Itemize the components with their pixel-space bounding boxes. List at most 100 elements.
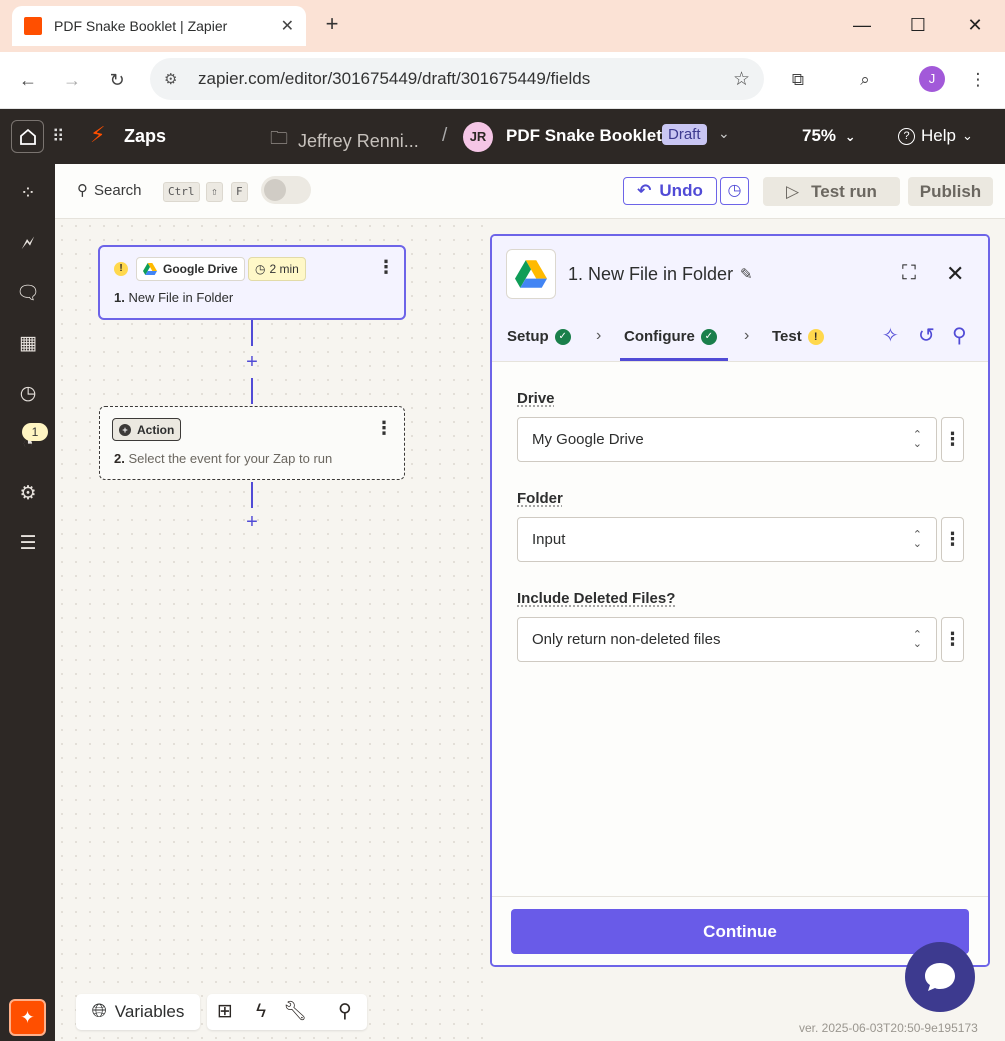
include-deleted-select[interactable]: Only return non-deleted files ⌃ ⌄ [517,617,937,662]
back-arrow-icon[interactable]: ← [14,66,42,94]
zap-canvas[interactable] [55,219,490,1041]
tab-search-icon[interactable]: ⌕ [852,67,878,93]
undo-button[interactable]: ↶ Undo [623,177,717,205]
globe-icon: 🌐︎ [91,1001,107,1022]
extensions-icon[interactable]: ⧉ [785,67,811,93]
zoom-selector[interactable]: 75% ⌄ [802,126,856,146]
ai-sparkle-icon[interactable]: ✧ [882,323,899,348]
support-chat-button[interactable] [905,942,975,1012]
help-label: Help [921,126,956,145]
continue-button[interactable]: Continue [511,909,969,954]
more-options-icon[interactable]: ⋮ [377,257,395,277]
settings-gear-icon[interactable]: ⚙ [16,482,40,506]
profile-avatar[interactable]: J [919,66,945,92]
search-icon[interactable]: ⚲ [333,1000,357,1024]
drive-select[interactable]: My Google Drive ⌃ ⌄ [517,417,937,462]
zap-name[interactable]: PDF Snake Booklet [506,126,662,146]
field-options-icon[interactable]: ⋮ [941,517,964,562]
step-config-panel: 1. New File in Folder ✎ ⛶ ✕ Setup ✓ › Co… [490,234,990,967]
url-input[interactable]: ⚙ zapier.com/editor/301675449/draft/3016… [150,58,764,100]
connector-line [251,320,253,346]
edit-pencil-icon[interactable]: ✎ [740,265,753,283]
bookmark-star-icon[interactable]: ☆ [733,68,750,91]
browser-menu-icon[interactable]: ⋮ [965,67,991,93]
app-pill: Google Drive [136,257,245,281]
folder-value: Input [532,531,566,548]
site-settings-icon[interactable]: ⚙ [164,70,184,88]
close-tab-icon[interactable]: ✕ [281,16,294,36]
version-history-icon[interactable]: ◷ [720,177,749,205]
warning-icon: ! [807,328,824,345]
drive-value: My Google Drive [532,431,644,448]
folder-field-label: Folder [517,490,563,507]
chevron-down-icon[interactable]: ⌄ [718,125,730,142]
app-name: Google Drive [163,262,238,276]
field-options-icon[interactable]: ⋮ [941,617,964,662]
folder-breadcrumb[interactable]: 🗀 Jeffrey Renni... [270,126,419,156]
add-widget-icon[interactable]: ⊞ [213,1000,237,1024]
chat-icon[interactable]: 🗨 [16,282,40,306]
calendar-icon[interactable]: ▦ [16,332,40,356]
help-icon: ? [898,127,915,145]
step-name: Select the event for your Zap to run [128,451,333,466]
chevron-right-icon: › [596,327,602,344]
copilot-sparkle-icon[interactable]: ✦ [9,999,46,1036]
help-menu[interactable]: ? Help ⌄ [898,126,973,146]
close-icon[interactable]: ✕ [946,261,964,287]
apps-icon[interactable]: ⁘ [16,182,40,206]
forward-arrow-icon[interactable]: → [58,66,86,94]
apps-grid-icon[interactable]: ⠿ [52,127,64,147]
duration-value: 2 min [269,262,299,276]
tab-test[interactable]: Test ! [772,328,824,345]
home-button[interactable] [11,120,44,153]
test-run-button[interactable]: ▷ Test run [763,177,900,206]
zap-file-icon[interactable]: 🗲 [16,232,40,256]
trigger-step-card[interactable]: ! Google Drive ◷ 2 min ⋮ 1. New File in … [98,245,406,320]
tab-setup[interactable]: Setup ✓ [507,328,571,345]
more-options-icon[interactable]: ⋮ [375,418,393,438]
add-step-plus-icon[interactable]: + [242,512,262,532]
browser-tab[interactable]: PDF Snake Booklet | Zapier ✕ [12,6,306,46]
folder-name: Jeffrey Renni... [298,130,419,151]
left-sidebar: ⁘ 🗲 🗨 ▦ ◷ ◔ 1 ⚙ ☰ ✦ [0,164,55,1041]
chevron-right-icon: › [744,327,750,344]
search-button[interactable]: ⚲ Search [77,181,142,200]
expand-icon[interactable]: ⛶ [902,262,916,285]
history-icon[interactable]: ◷ [16,382,40,406]
minimize-icon[interactable]: — [847,12,877,38]
maximize-icon[interactable]: ☐ [903,12,933,38]
close-window-icon[interactable]: ✕ [960,12,990,38]
wrench-icon[interactable]: 🔧︎ [283,1000,307,1024]
toggle-switch[interactable] [261,176,311,204]
tab-label: Configure [624,328,695,345]
shortcut-key: F [231,182,248,202]
version-label: ver. 2025-06-03T20:50-9e195173 [799,1021,978,1035]
notification-badge: 1 [22,423,48,441]
bottom-toolbar: ⊞ ϟ 🔧︎ ⚲ [207,994,367,1030]
home-icon [19,128,36,145]
reload-icon[interactable]: ↻ [103,66,131,94]
select-arrows-icon: ⌃ ⌄ [912,428,922,450]
publish-button[interactable]: Publish [908,177,993,206]
panel-header: 1. New File in Folder ✎ ⛶ ✕ [492,236,988,312]
variables-button[interactable]: 🌐︎ Variables [76,994,200,1030]
owner-avatar[interactable]: JR [463,122,493,152]
folder-select[interactable]: Input ⌃ ⌄ [517,517,937,562]
action-step-card[interactable]: + Action ⋮ 2. Select the event for your … [99,406,405,480]
search-icon[interactable]: ⚲ [952,323,967,348]
lightning-icon[interactable]: ϟ [249,1000,273,1024]
include-deleted-field-label: Include Deleted Files? [517,590,676,607]
add-step-plus-icon[interactable]: + [242,352,262,372]
layers-icon[interactable]: ☰ [16,532,40,556]
url-text: zapier.com/editor/301675449/draft/301675… [198,69,591,88]
shortcut-key: Ctrl [163,182,200,202]
browser-tab-bar: PDF Snake Booklet | Zapier ✕ + — ☐ ✕ [0,0,1005,52]
zaps-link[interactable]: Zaps [124,126,166,147]
active-tab-indicator [620,358,728,361]
field-options-icon[interactable]: ⋮ [941,417,964,462]
tab-configure[interactable]: Configure ✓ [624,328,717,345]
refresh-icon[interactable]: ↺ [918,323,935,348]
new-tab-button[interactable]: + [318,10,346,38]
action-plus-icon: + [119,423,131,436]
drive-field-label: Drive [517,390,555,407]
